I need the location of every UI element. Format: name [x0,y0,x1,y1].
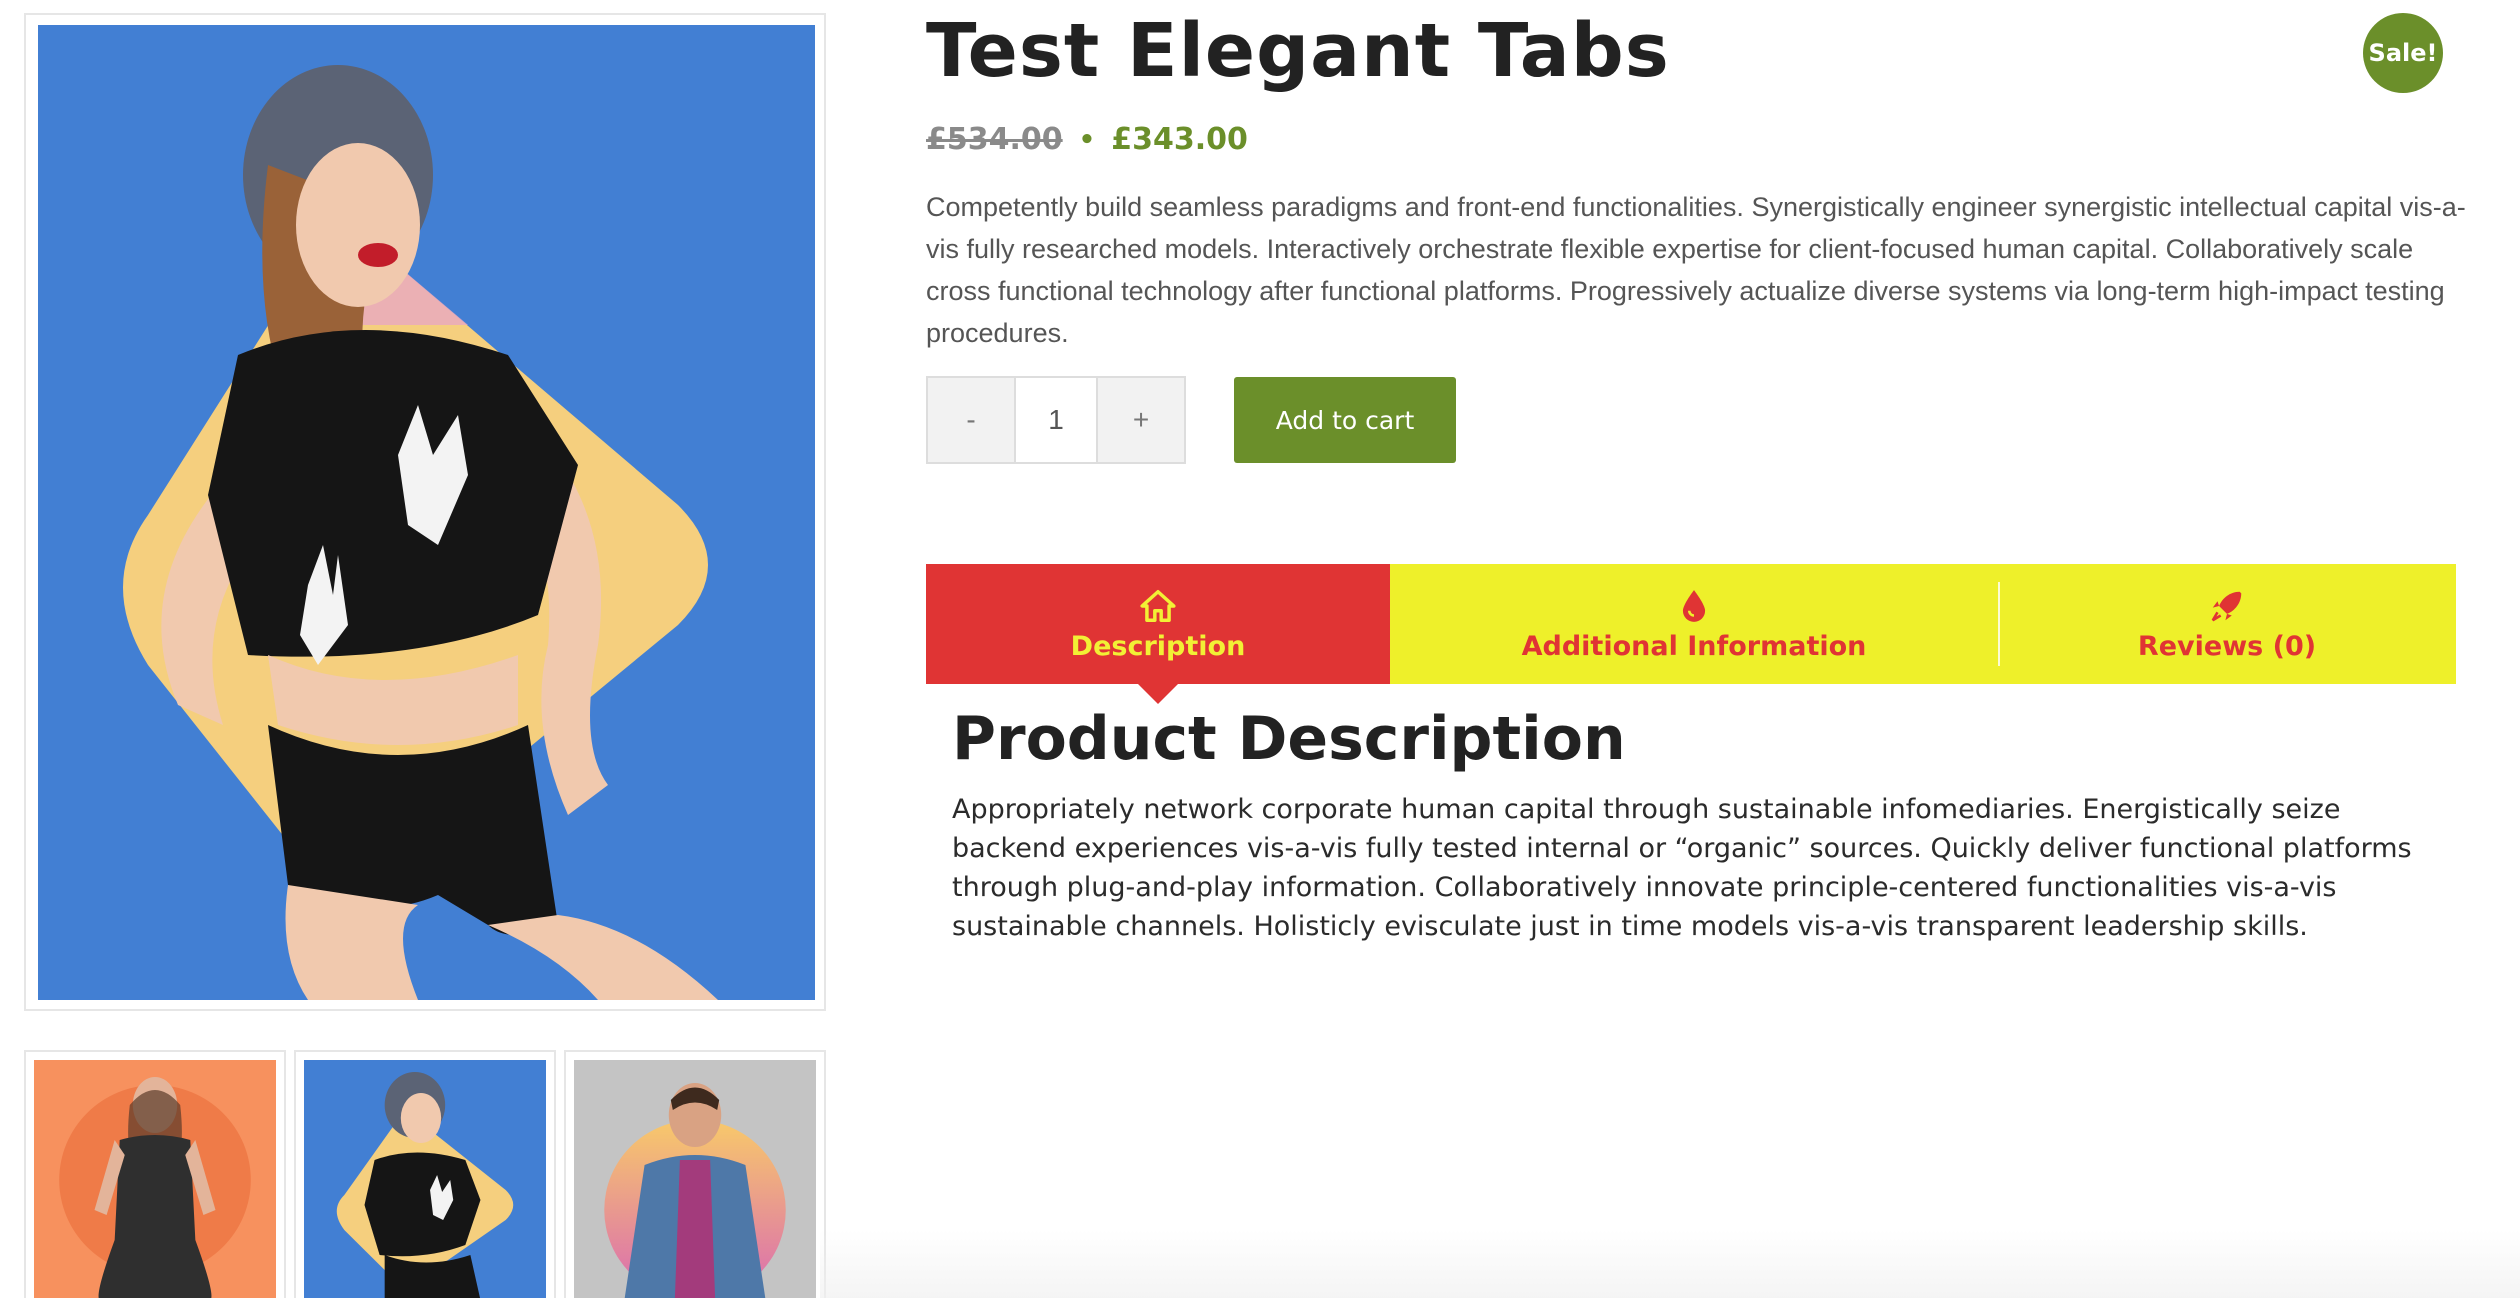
tab-label: Description [1070,630,1246,662]
panel-text: Appropriately network corporate human ca… [952,794,2412,942]
price-row: £534.00 • £343.00 [926,122,1248,157]
tab-additional-information[interactable]: Additional Information [1390,564,1998,684]
gallery-thumbnail[interactable] [294,1050,556,1298]
sale-badge: Sale! [2363,13,2443,93]
tab-label: Additional Information [1521,630,1867,662]
panel-heading: Product Description [952,704,1626,774]
tab-reviews[interactable]: Reviews (0) [1998,564,2456,684]
add-to-cart-button[interactable]: Add to cart [1234,377,1456,463]
gallery-thumbnail[interactable] [564,1050,826,1298]
quantity-decrease-button[interactable]: - [928,378,1014,462]
rocket-icon [2211,591,2242,621]
product-title: Test Elegant Tabs [926,8,1670,94]
tab-description[interactable]: Description [926,564,1390,684]
quantity-increase-button[interactable]: + [1098,378,1184,462]
quantity-input[interactable] [1014,378,1098,462]
tab-label: Reviews (0) [2137,630,2317,662]
quantity-stepper: - + [926,376,1186,464]
home-icon [1140,589,1176,622]
tab-divider [1998,582,2000,666]
drop-icon [1682,589,1706,622]
product-tabs: Description Additional Information Revie… [926,564,2456,684]
price-separator: • [1078,124,1096,155]
bottom-fade [820,1230,2520,1298]
regular-price: £534.00 [926,122,1063,157]
sale-price: £343.00 [1111,122,1248,157]
main-product-image[interactable] [38,25,815,1000]
main-product-image-frame[interactable] [24,13,826,1011]
gallery-thumbnail[interactable] [24,1050,286,1298]
short-description: Competently build seamless paradigms and… [926,192,2466,348]
